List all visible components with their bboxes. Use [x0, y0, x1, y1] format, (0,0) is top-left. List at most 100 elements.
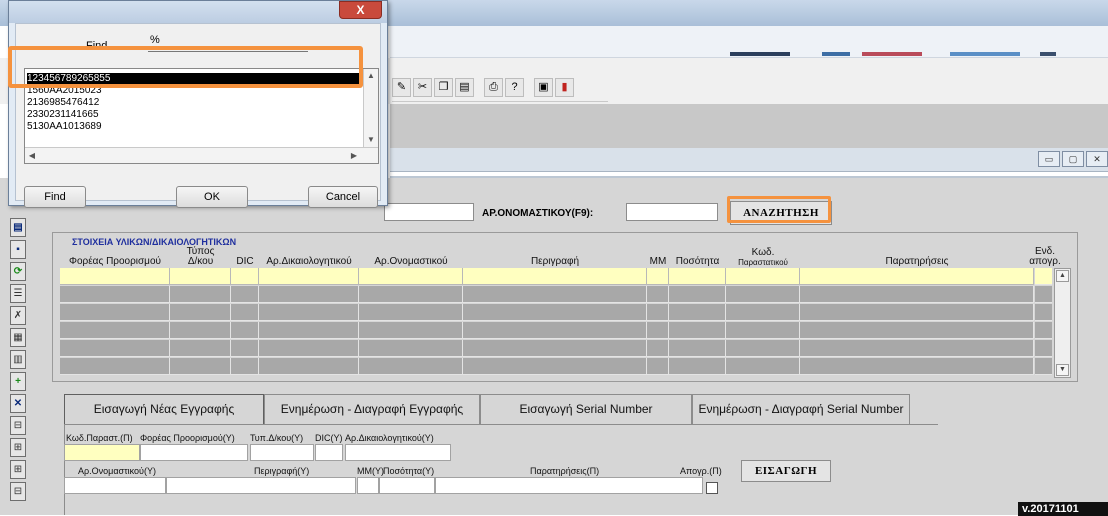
grid-archive-cell[interactable] — [1035, 286, 1052, 303]
nominal-field[interactable] — [64, 477, 166, 494]
grid-cell[interactable] — [259, 268, 359, 285]
grid-cell[interactable] — [800, 322, 1034, 339]
grid-cell[interactable] — [359, 340, 463, 357]
grid-cell[interactable] — [170, 286, 231, 303]
grid-cell[interactable] — [231, 322, 259, 339]
grid-cell[interactable] — [726, 322, 800, 339]
grid-archive-cell[interactable] — [1035, 304, 1052, 321]
last-record-icon[interactable]: ⊟ — [10, 482, 26, 501]
tab-insert-serial[interactable]: Εισαγωγή Serial Number — [480, 394, 692, 424]
grid-cell[interactable] — [463, 340, 647, 357]
description-field[interactable] — [166, 477, 356, 494]
remove-row-icon[interactable]: ✕ — [10, 394, 26, 413]
lov-vertical-scrollbar[interactable]: ▲ ▼ — [363, 69, 378, 147]
grid-cell[interactable] — [726, 268, 800, 285]
grid-cell[interactable] — [170, 358, 231, 375]
lov-list-item[interactable]: 2136985476412 — [27, 97, 365, 109]
lov-ok-button[interactable]: OK — [176, 186, 248, 208]
grid-cell[interactable] — [259, 340, 359, 357]
grid-cell[interactable] — [726, 304, 800, 321]
grid-cell[interactable] — [647, 286, 669, 303]
search-left-input[interactable] — [384, 203, 474, 221]
lov-titlebar[interactable] — [9, 1, 387, 23]
minimize-icon[interactable]: ▭ — [1038, 151, 1060, 167]
grid-cell[interactable] — [647, 340, 669, 357]
grid-cell[interactable] — [259, 286, 359, 303]
add-row-icon[interactable]: + — [10, 372, 26, 391]
scroll-right-icon[interactable]: ▶ — [347, 149, 361, 163]
grid-row[interactable] — [60, 286, 1052, 303]
grid-cell[interactable] — [231, 268, 259, 285]
mm-field[interactable] — [357, 477, 379, 494]
paste-icon[interactable]: ▤ — [455, 78, 474, 97]
grid-cell[interactable] — [170, 322, 231, 339]
grid-row[interactable] — [60, 358, 1052, 375]
lov-list-item[interactable]: 5130AA1013689 — [27, 121, 365, 133]
grid-cell[interactable] — [170, 304, 231, 321]
next-record-icon[interactable]: ⊞ — [10, 460, 26, 479]
nominal-search-input[interactable] — [626, 203, 718, 221]
copy-icon[interactable]: ❐ — [434, 78, 453, 97]
grid-scrollbar[interactable]: ▲ ▼ — [1054, 268, 1071, 378]
delete-record-icon[interactable]: ✗ — [10, 306, 26, 325]
grid-cell[interactable] — [669, 340, 726, 357]
grid-cell[interactable] — [359, 304, 463, 321]
grid-cell[interactable] — [647, 358, 669, 375]
voucher-field[interactable] — [345, 444, 451, 461]
grid-cell[interactable] — [170, 268, 231, 285]
dic-field[interactable] — [315, 444, 343, 461]
grid-cell[interactable] — [800, 286, 1034, 303]
lov-cancel-button[interactable]: Cancel — [308, 186, 378, 208]
table-icon[interactable]: ▥ — [10, 350, 26, 369]
grid-archive-cell[interactable] — [1035, 340, 1052, 357]
help-icon[interactable]: ? — [505, 78, 524, 97]
print-icon[interactable]: ⎙ — [484, 78, 503, 97]
previous-record-icon[interactable]: ⊞ — [10, 438, 26, 457]
grid-row[interactable] — [60, 322, 1052, 339]
grid-cell[interactable] — [231, 340, 259, 357]
grid-row[interactable] — [60, 304, 1052, 321]
grid-cell[interactable] — [726, 286, 800, 303]
first-record-icon[interactable]: ⊟ — [10, 416, 26, 435]
scroll-down-icon[interactable]: ▼ — [364, 133, 378, 147]
close-icon[interactable]: ✕ — [1086, 151, 1108, 167]
grid-cell[interactable] — [669, 268, 726, 285]
tab-update-delete-serial[interactable]: Ενημέρωση - Διαγραφή Serial Number — [692, 394, 910, 424]
window-icon[interactable]: ▣ — [534, 78, 553, 97]
code-field[interactable] — [64, 444, 140, 461]
grid-cell[interactable] — [60, 304, 170, 321]
grid-archive-cell[interactable] — [1035, 358, 1052, 375]
grid-cell[interactable] — [647, 322, 669, 339]
grid-archive-cell[interactable] — [1035, 322, 1052, 339]
type-field[interactable] — [250, 444, 314, 461]
scroll-up-icon[interactable]: ▲ — [1056, 270, 1069, 282]
grid-cell[interactable] — [60, 286, 170, 303]
tab-update-delete-record[interactable]: Ενημέρωση - Διαγραφή Εγγραφής — [264, 394, 480, 424]
archive-checkbox[interactable] — [706, 482, 718, 494]
refresh-icon[interactable]: ⟳ — [10, 262, 26, 281]
grid-cell[interactable] — [170, 340, 231, 357]
grid-cell[interactable] — [647, 304, 669, 321]
scroll-down-icon[interactable]: ▼ — [1056, 364, 1069, 376]
grid-cell[interactable] — [726, 340, 800, 357]
grid-cell[interactable] — [231, 304, 259, 321]
cut-icon[interactable]: ✂ — [413, 78, 432, 97]
grid-cell[interactable] — [259, 304, 359, 321]
grid-cell[interactable] — [463, 286, 647, 303]
grid-cell[interactable] — [647, 268, 669, 285]
restore-icon[interactable]: ▢ — [1062, 151, 1084, 167]
grid-cell[interactable] — [800, 304, 1034, 321]
grid-cell[interactable] — [359, 268, 463, 285]
grid-cell[interactable] — [359, 322, 463, 339]
grid-cell[interactable] — [463, 268, 647, 285]
grid-cell[interactable] — [231, 286, 259, 303]
grid-cell[interactable] — [60, 340, 170, 357]
lov-find-button[interactable]: Find — [24, 186, 86, 208]
grid-cell[interactable] — [60, 358, 170, 375]
grid-cell[interactable] — [259, 322, 359, 339]
grid-cell[interactable] — [463, 322, 647, 339]
grid-cell[interactable] — [359, 286, 463, 303]
grid-cell[interactable] — [669, 286, 726, 303]
exit-icon[interactable]: ▮ — [555, 78, 574, 97]
grid-cell[interactable] — [800, 358, 1034, 375]
